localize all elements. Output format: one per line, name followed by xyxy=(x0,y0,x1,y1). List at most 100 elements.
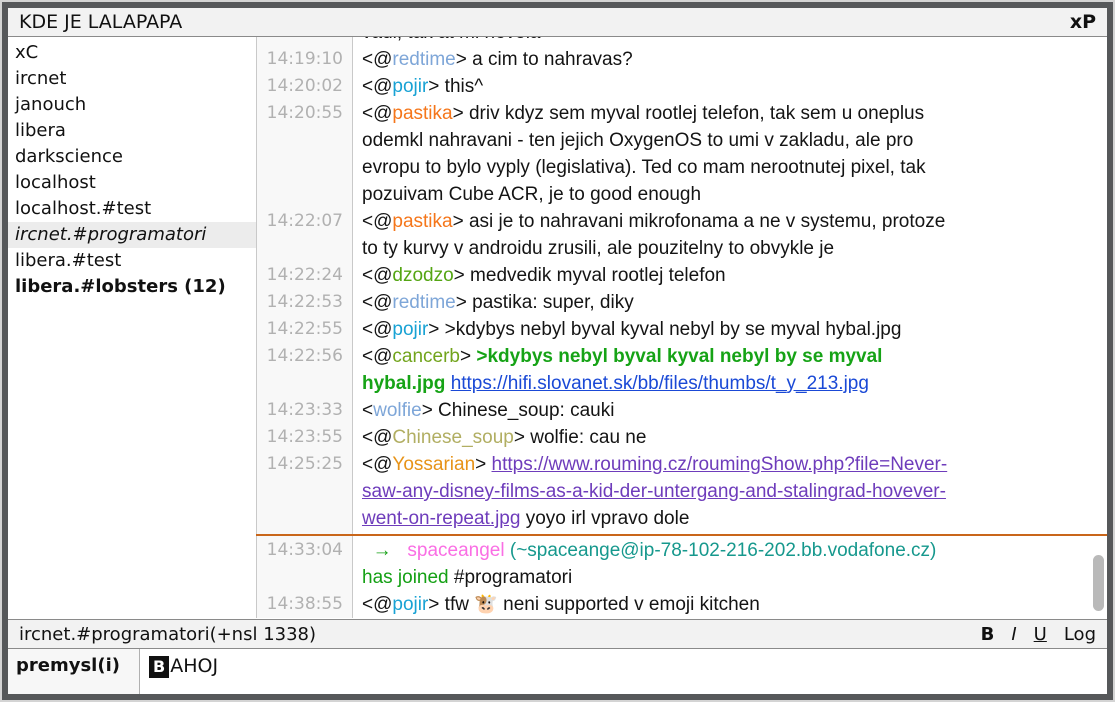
message-segment: pojir xyxy=(392,319,428,340)
message-segment: <@ xyxy=(362,594,392,615)
timestamp: 14:22:55 xyxy=(256,316,353,343)
timestamp: 14:22:56 xyxy=(256,343,353,397)
message-text: <@Yossarian> https://www.rouming.cz/roum… xyxy=(353,451,1107,532)
message-segment: <@ xyxy=(362,292,392,313)
message-row: 14:22:07<@pastika> asi je to nahravani m… xyxy=(256,208,1107,262)
sidebar-item[interactable]: ircnet xyxy=(8,66,256,92)
message-segment: > Chinese_soup: cauki xyxy=(422,400,615,421)
message-row: 14:19:10<@redtime> a cim to nahravas? xyxy=(256,46,1107,73)
separator-line xyxy=(256,534,1107,536)
message-segment: wolfie xyxy=(373,400,422,421)
message-text: <@pojir> this^ xyxy=(353,73,1107,100)
sidebar-item[interactable]: xC xyxy=(8,40,256,66)
format-button-b[interactable]: B xyxy=(981,624,995,645)
message-row: 14:23:33 <wolfie> Chinese_soup: cauki xyxy=(256,397,1107,424)
message-segment: <@ xyxy=(362,76,392,97)
message-segment: Yossarian xyxy=(392,454,475,475)
message-segment: <@ xyxy=(362,103,392,124)
message-input[interactable]: B AHOJ xyxy=(140,649,1107,694)
channel-status: ircnet.#programatori(+nsl 1338) xyxy=(19,624,316,645)
scrollbar-thumb[interactable] xyxy=(1093,555,1104,611)
message-text: → spaceangel (~spaceange@ip-78-102-216-2… xyxy=(353,537,1107,591)
message-segment: pojir xyxy=(392,76,428,97)
titlebar: KDE JE LALAPAPA xP xyxy=(8,8,1107,37)
message-text: <@pastika> driv kdyz sem myval rootlej t… xyxy=(353,100,1107,208)
main-area: xCircnetjanouchliberadarksciencelocalhos… xyxy=(8,37,1107,619)
message-text: <@pojir> >kdybys nebyl byval kyval nebyl… xyxy=(353,316,1107,343)
chat-area: vadi, tak at mi nevola 14:19:10<@redtime>… xyxy=(256,37,1107,619)
timestamp: 14:23:33 xyxy=(256,397,353,424)
sidebar: xCircnetjanouchliberadarksciencelocalhos… xyxy=(8,37,256,619)
message-row: 14:23:55<@Chinese_soup> wolfie: cau ne xyxy=(256,424,1107,451)
message-segment: redtime xyxy=(392,292,455,313)
sidebar-item[interactable]: libera xyxy=(8,118,256,144)
message-segment: vadi, tak at mi nevola xyxy=(362,37,540,43)
sidebar-item[interactable]: localhost xyxy=(8,170,256,196)
message-segment: has joined xyxy=(362,567,449,588)
message-segment: pastika xyxy=(392,211,452,232)
message-segment: <@ xyxy=(362,346,392,367)
message-segment: dzodzo xyxy=(392,265,453,286)
message-segment: <@ xyxy=(362,427,392,448)
message-row: 14:25:25<@Yossarian> https://www.rouming… xyxy=(256,451,1107,532)
timestamp: 14:20:02 xyxy=(256,73,353,100)
message-segment: <@ xyxy=(362,454,392,475)
sidebar-item[interactable]: ircnet.#programatori xyxy=(8,222,256,248)
format-buttons: BIU Log xyxy=(981,624,1096,645)
message-text: <@dzodzo> medvedik myval rootlej telefon xyxy=(353,262,1107,289)
timestamp: 14:25:25 xyxy=(256,451,353,532)
message-segment: #programatori xyxy=(449,567,573,588)
message-segment: <@ xyxy=(362,265,392,286)
message-segment: > medvedik myval rootlej telefon xyxy=(454,265,726,286)
status-bar: ircnet.#programatori(+nsl 1338) BIU Log xyxy=(8,619,1107,649)
message-segment: <@ xyxy=(362,319,392,340)
message-segment: > xyxy=(460,346,476,367)
message-text: <@pojir> tfw 🐮 neni supported v emoji ki… xyxy=(353,591,1107,618)
window-controls[interactable]: xP xyxy=(1070,11,1096,33)
message-segment: → xyxy=(362,540,407,561)
format-button-log[interactable]: Log xyxy=(1064,624,1096,645)
message-row: 14:22:24<@dzodzo> medvedik myval rootlej… xyxy=(256,262,1107,289)
timestamp: 14:22:53 xyxy=(256,289,353,316)
message-row: vadi, tak at mi nevola xyxy=(256,37,1107,46)
timestamp: 14:38:55 xyxy=(256,591,353,618)
message-link[interactable]: https://hifi.slovanet.sk/bb/files/thumbs… xyxy=(451,373,869,394)
input-text: AHOJ xyxy=(170,654,218,677)
sidebar-item[interactable]: libera.#lobsters (12) xyxy=(8,274,256,300)
message-row: 14:20:02<@pojir> this^ xyxy=(256,73,1107,100)
message-segment: > pastika: super, diky xyxy=(456,292,634,313)
timestamp: 14:20:55 xyxy=(256,100,353,208)
message-segment: yoyo irl vpravo dole xyxy=(520,508,689,529)
message-segment: cancerb xyxy=(392,346,460,367)
nick-label: premysl(i) xyxy=(8,649,140,694)
message-segment: <@ xyxy=(362,211,392,232)
message-text: <@pastika> asi je to nahravani mikrofona… xyxy=(353,208,1107,262)
message-segment: <@ xyxy=(362,49,392,70)
message-text: <@cancerb> >kdybys nebyl byval kyval neb… xyxy=(353,343,1107,397)
sidebar-item[interactable]: janouch xyxy=(8,92,256,118)
bold-control-char: B xyxy=(149,656,169,678)
sidebar-item[interactable]: localhost.#test xyxy=(8,196,256,222)
message-row: 14:22:55<@pojir> >kdybys nebyl byval kyv… xyxy=(256,316,1107,343)
message-segment: > a cim to nahravas? xyxy=(456,49,633,70)
message-text: <@redtime> pastika: super, diky xyxy=(353,289,1107,316)
timestamp xyxy=(256,37,353,46)
unread-separator xyxy=(256,532,1107,537)
message-text: vadi, tak at mi nevola xyxy=(353,37,1107,46)
message-segment: > wolfie: cau ne xyxy=(514,427,647,448)
window-title: KDE JE LALAPAPA xyxy=(19,11,182,33)
message-row: 14:20:55<@pastika> driv kdyz sem myval r… xyxy=(256,100,1107,208)
message-segment: spaceangel xyxy=(407,540,509,561)
sidebar-item[interactable]: darkscience xyxy=(8,144,256,170)
format-button-i[interactable]: I xyxy=(1011,624,1016,645)
sidebar-item[interactable]: libera.#test xyxy=(8,248,256,274)
timestamp: 14:33:04 xyxy=(256,537,353,591)
message-row: 14:33:04 → spaceangel (~spaceange@ip-78-… xyxy=(256,537,1107,591)
message-segment: > >kdybys nebyl byval kyval nebyl by se … xyxy=(428,319,901,340)
format-button-u[interactable]: U xyxy=(1034,624,1047,645)
message-segment: pastika xyxy=(392,103,452,124)
message-segment: < xyxy=(362,400,373,421)
message-segment: > tfw 🐮 neni supported v emoji kitchen xyxy=(428,594,760,615)
message-text: <@redtime> a cim to nahravas? xyxy=(353,46,1107,73)
timestamp: 14:22:24 xyxy=(256,262,353,289)
